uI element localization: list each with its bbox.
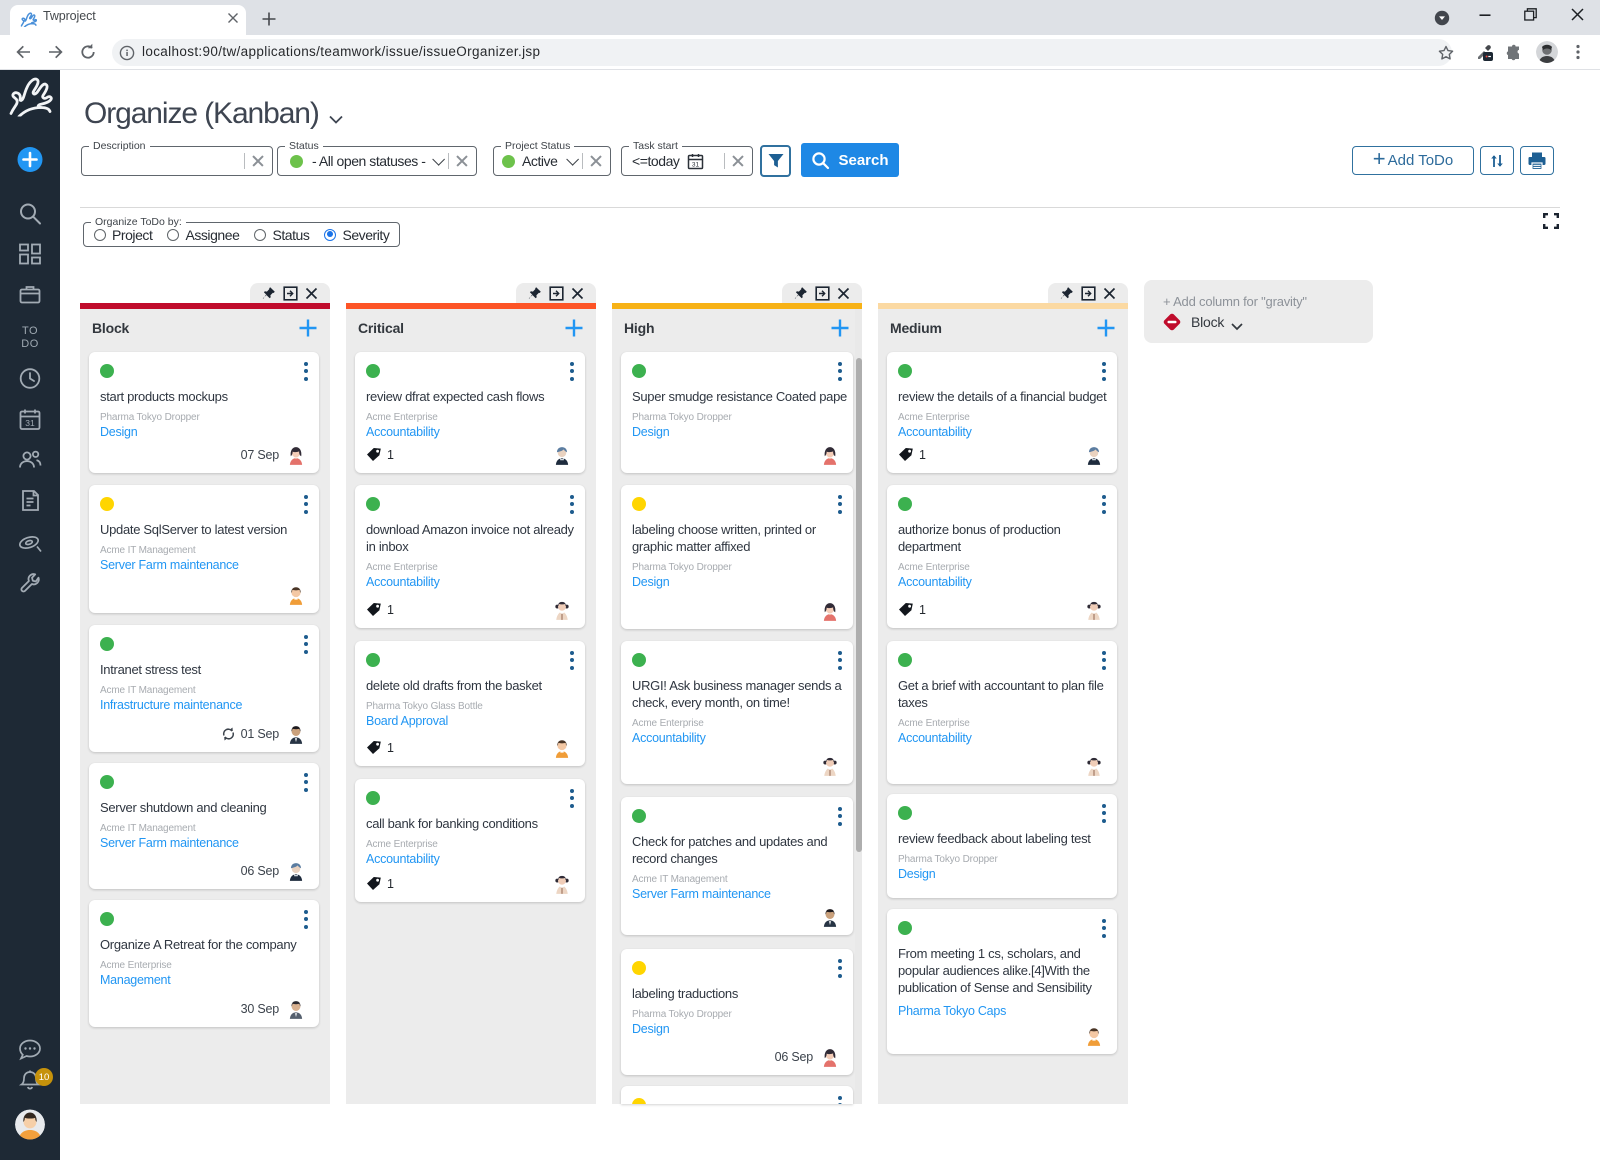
svg-text:31: 31 [692,161,700,168]
svg-text:31: 31 [25,418,35,428]
